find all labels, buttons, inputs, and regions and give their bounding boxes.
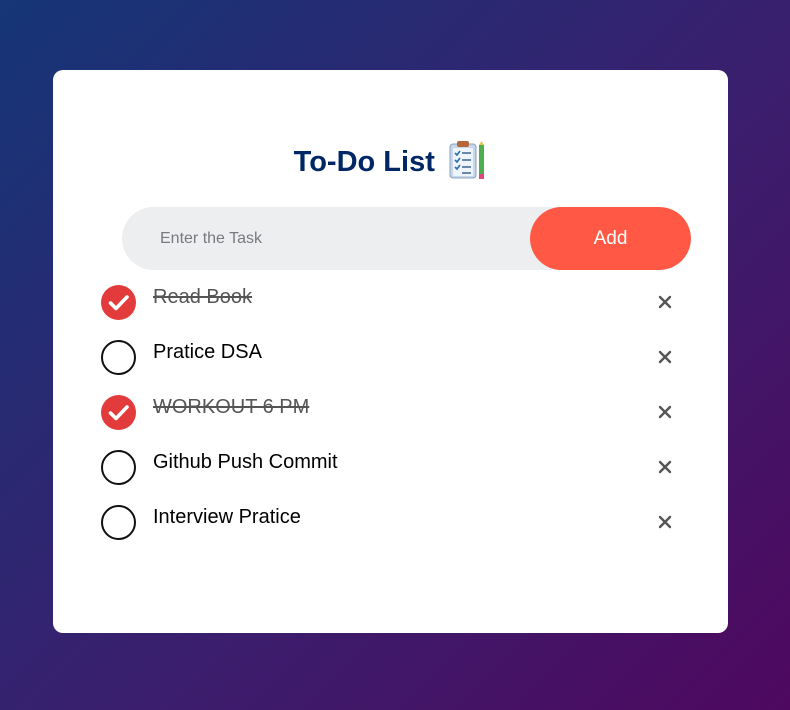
unchecked-circle-icon[interactable] [101, 340, 136, 375]
task-item[interactable]: WORKOUT 6 PM [100, 393, 680, 448]
task-item[interactable]: Pratice DSA [100, 338, 680, 393]
close-icon[interactable] [650, 342, 680, 372]
close-icon[interactable] [650, 287, 680, 317]
task-label: Github Push Commit [153, 451, 338, 473]
header: To-Do List [53, 141, 728, 188]
unchecked-circle-icon[interactable] [101, 450, 136, 485]
task-label: Pratice DSA [153, 341, 262, 363]
task-label: Read Book [153, 286, 252, 308]
task-item[interactable]: Interview Pratice [100, 503, 680, 558]
checked-circle-icon[interactable] [101, 395, 136, 430]
task-item[interactable]: Read Book [100, 283, 680, 338]
unchecked-circle-icon[interactable] [101, 505, 136, 540]
close-icon[interactable] [650, 507, 680, 537]
page-title: To-Do List [293, 146, 435, 178]
close-icon[interactable] [650, 452, 680, 482]
task-input[interactable] [122, 207, 532, 270]
add-button[interactable]: Add [530, 207, 691, 270]
checked-circle-icon[interactable] [101, 285, 136, 320]
task-label: Interview Pratice [153, 506, 301, 528]
task-label: WORKOUT 6 PM [153, 396, 310, 418]
task-item[interactable]: Github Push Commit [100, 448, 680, 503]
clipboard-checklist-icon [449, 141, 487, 181]
close-icon[interactable] [650, 397, 680, 427]
task-list: Read Book Pratice DSA WORKOUT 6 PM Github P… [100, 283, 680, 558]
task-input-row: Add [122, 207, 691, 270]
todo-card: To-Do List Add Read BookPratice DSAWO [53, 70, 728, 633]
